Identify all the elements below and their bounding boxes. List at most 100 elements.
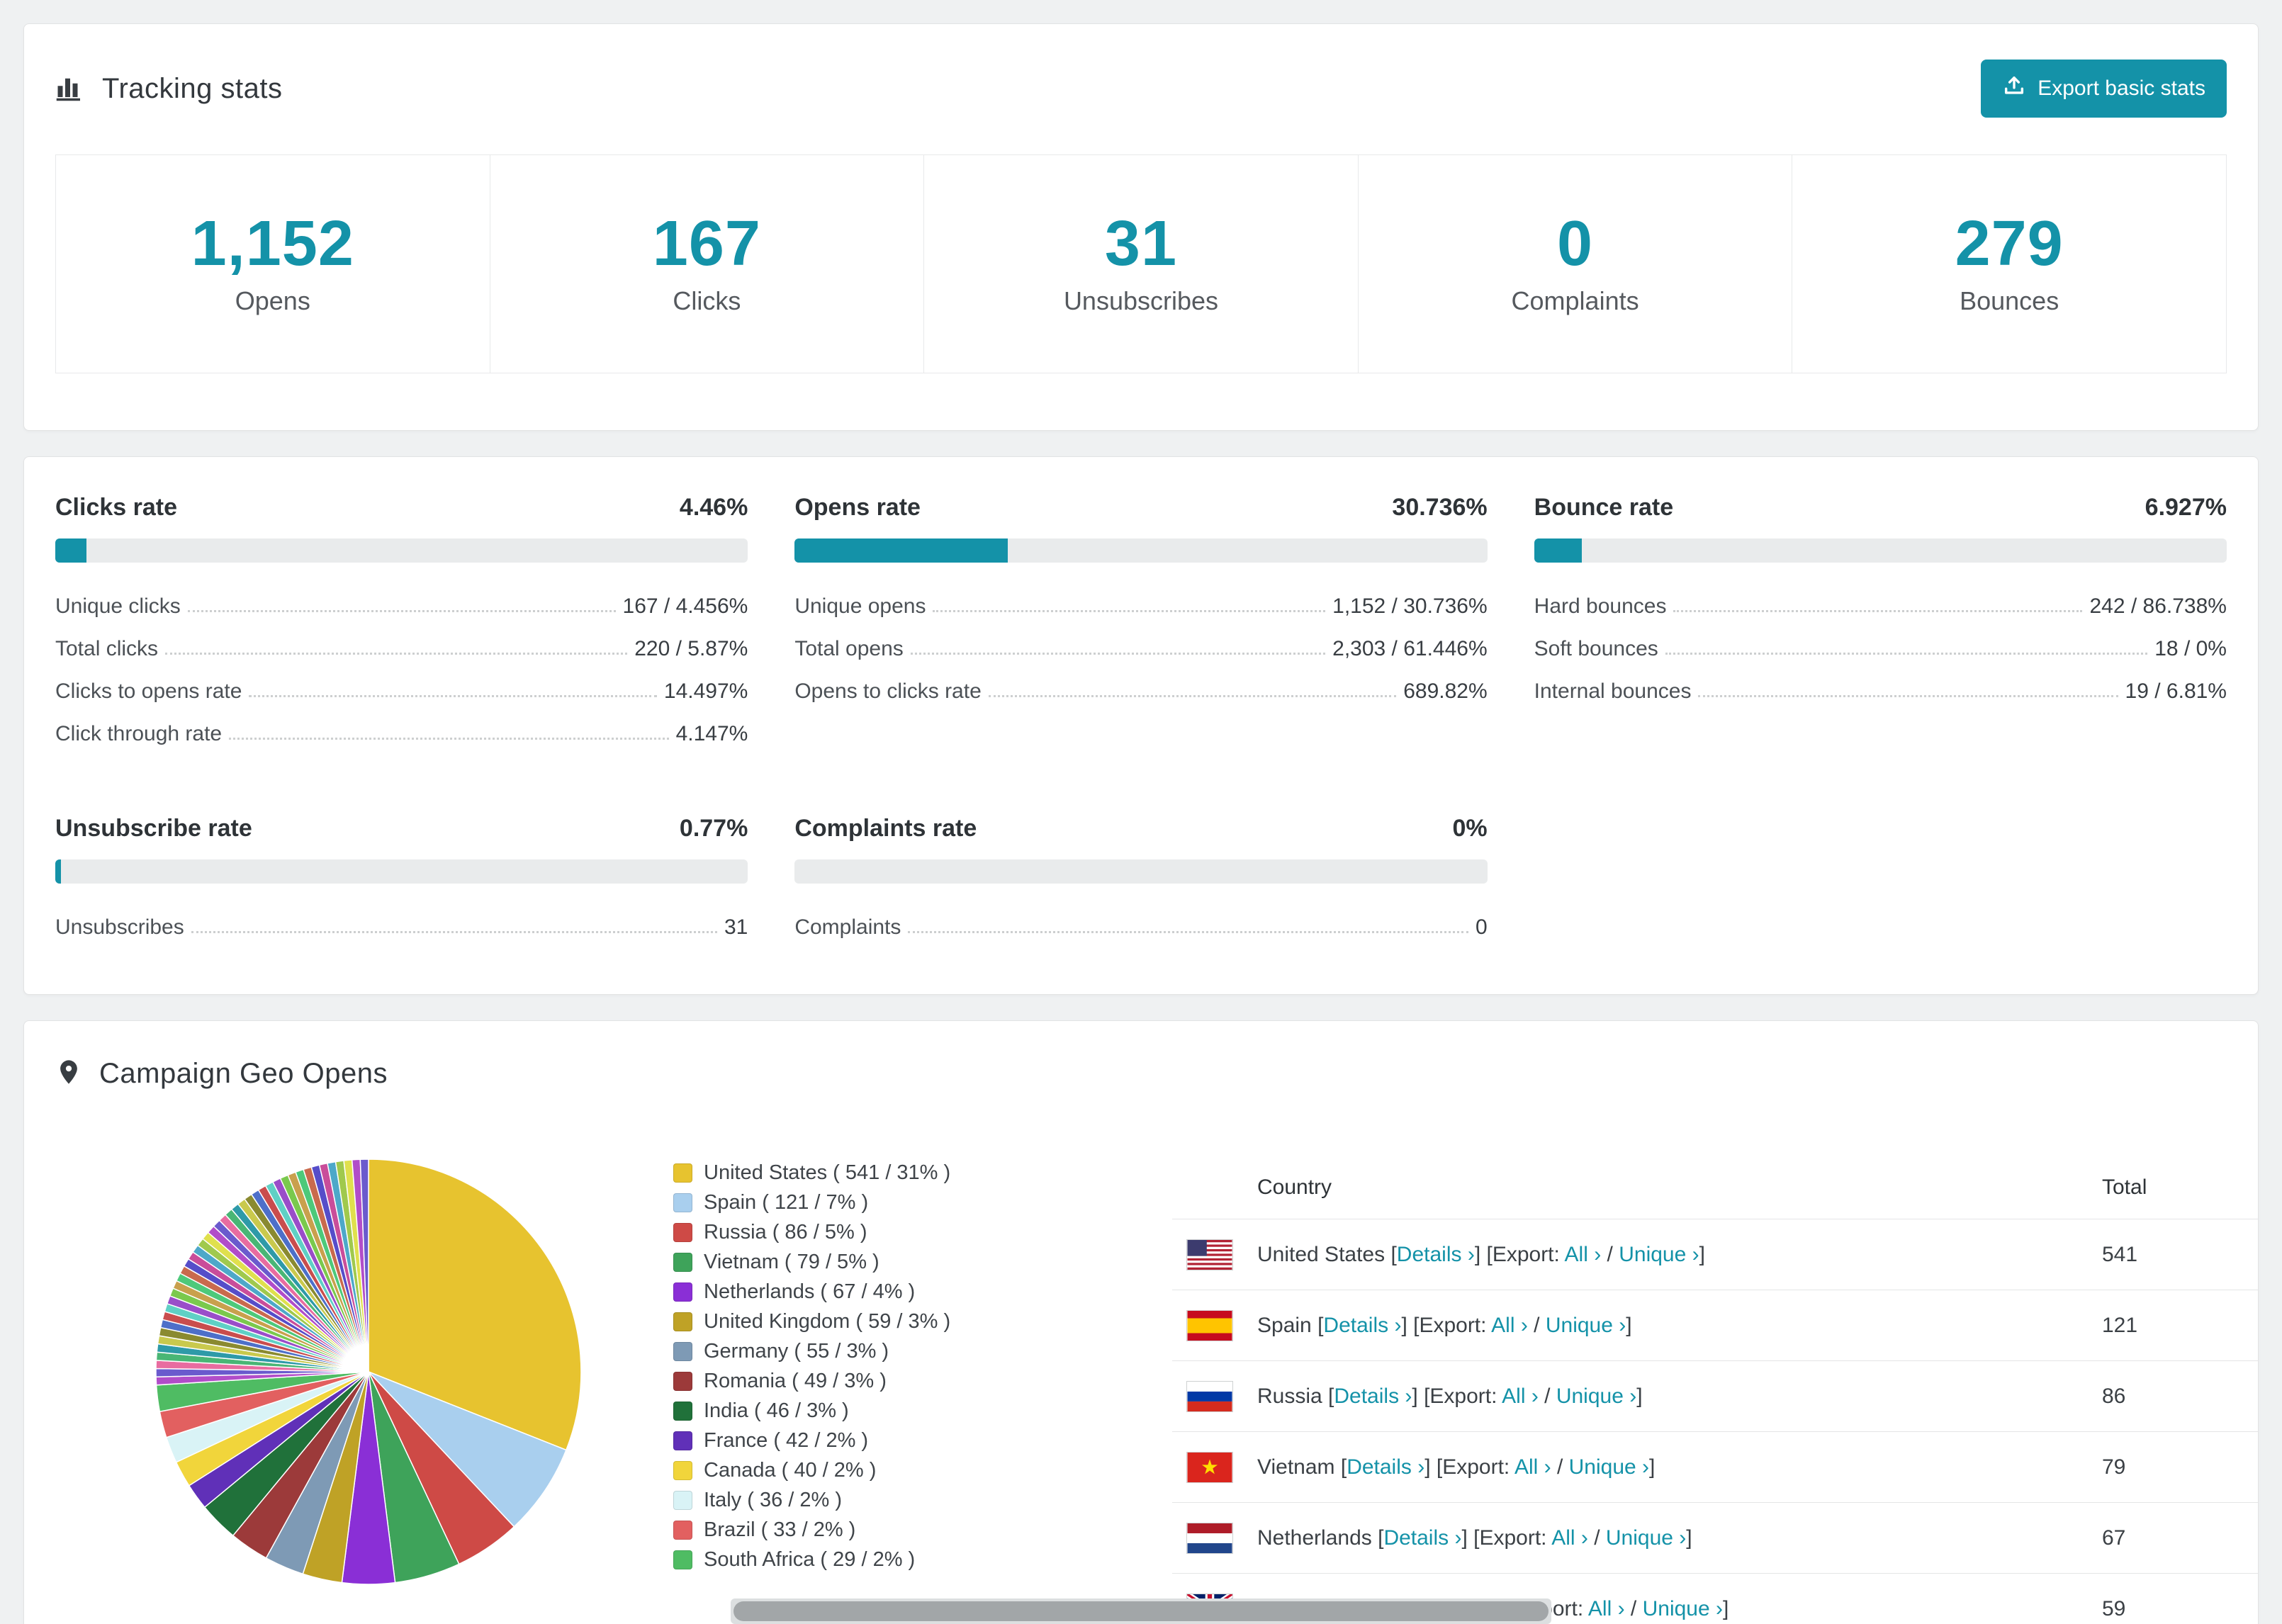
legend-label: Canada ( 40 / 2% ) [704, 1458, 877, 1482]
country-cell: Spain [Details ›] [Export: All › / Uniqu… [1257, 1313, 1632, 1337]
rate-row: Click through rate 4.147% [55, 713, 748, 755]
export-all-link[interactable]: All › [1491, 1314, 1528, 1337]
unsubscribe-rate-panel: Unsubscribe rate 0.77% Unsubscribes 31 [55, 815, 748, 949]
legend-label: South Africa ( 29 / 2% ) [704, 1547, 916, 1571]
rate-row: Total clicks 220 / 5.87% [55, 628, 748, 670]
rate-value: 6.927% [2145, 494, 2227, 521]
rate-row-value: 689.82% [1403, 680, 1488, 703]
legend-item: Brazil ( 33 / 2% ) [673, 1515, 950, 1545]
rate-row-label: Hard bounces [1534, 594, 1667, 618]
details-link[interactable]: Details › [1323, 1314, 1401, 1337]
export-unique-link[interactable]: Unique › [1606, 1526, 1686, 1550]
rate-row-label: Total opens [794, 637, 904, 660]
map-pin-icon [55, 1056, 82, 1091]
legend-swatch [673, 1222, 692, 1242]
rate-row: Opens to clicks rate 689.82% [794, 670, 1487, 713]
clicks-rate-panel: Clicks rate 4.46% Unique clicks 167 / 4.4… [55, 494, 748, 755]
details-link[interactable]: Details › [1347, 1455, 1424, 1479]
export-all-link[interactable]: All › [1565, 1243, 1602, 1266]
legend-label: Vietnam ( 79 / 5% ) [704, 1250, 879, 1273]
export-all-link[interactable]: All › [1514, 1455, 1551, 1479]
export-unique-link[interactable]: Unique › [1619, 1243, 1699, 1266]
country-total: 541 [2102, 1242, 2138, 1266]
export-all-link[interactable]: All › [1551, 1526, 1588, 1550]
country-flag-icon [1186, 1239, 1233, 1270]
rate-row-value: 2,303 / 61.446% [1332, 637, 1488, 660]
rate-row: Unsubscribes 31 [55, 906, 748, 949]
export-unique-link[interactable]: Unique › [1546, 1314, 1626, 1337]
details-link[interactable]: Details › [1383, 1526, 1461, 1550]
rates-card: Clicks rate 4.46% Unique clicks 167 / 4.4… [23, 456, 2259, 995]
rate-row-value: 0 [1475, 915, 1488, 939]
export-basic-stats-button[interactable]: Export basic stats [1981, 60, 2227, 118]
rate-row-label: Unsubscribes [55, 915, 184, 939]
geo-table-row: Russia [Details ›] [Export: All › / Uniq… [1172, 1360, 2258, 1431]
horizontal-scrollbar-track[interactable] [731, 1598, 1551, 1624]
horizontal-scrollbar-thumb[interactable] [734, 1601, 1548, 1621]
stat-label: Clicks [673, 286, 741, 315]
geo-opens-title: Campaign Geo Opens [99, 1058, 388, 1089]
country-name: Vietnam [1257, 1455, 1335, 1479]
dotted-leader [249, 695, 657, 697]
legend-item: United States ( 541 / 31% ) [673, 1158, 950, 1188]
rate-row-value: 18 / 0% [2154, 637, 2227, 660]
rate-value: 0% [1452, 815, 1488, 842]
legend-label: Brazil ( 33 / 2% ) [704, 1518, 856, 1541]
rate-row-label: Unique clicks [55, 594, 181, 618]
rate-title: Unsubscribe rate [55, 815, 252, 842]
stat-value: 0 [1557, 208, 1594, 279]
rate-row-value: 14.497% [663, 680, 748, 703]
details-link[interactable]: Details › [1334, 1385, 1412, 1408]
rate-row-label: Total clicks [55, 637, 159, 660]
country-flag-icon [1186, 1522, 1233, 1554]
rate-row: Internal bounces 19 / 6.81% [1534, 670, 2227, 713]
export-all-link[interactable]: All › [1588, 1597, 1625, 1620]
tracking-stats-card: Tracking stats Export basic stats 1,152 … [23, 23, 2259, 431]
rate-row-value: 1,152 / 30.736% [1332, 594, 1488, 618]
legend-swatch [673, 1401, 692, 1421]
legend-item: Russia ( 86 / 5% ) [673, 1217, 950, 1247]
legend-label: Russia ( 86 / 5% ) [704, 1220, 867, 1244]
export-unique-link[interactable]: Unique › [1643, 1597, 1723, 1620]
dotted-leader [1673, 610, 2083, 612]
rate-row: Total opens 2,303 / 61.446% [794, 628, 1487, 670]
legend-item: Vietnam ( 79 / 5% ) [673, 1247, 950, 1277]
rate-title: Bounce rate [1534, 494, 1674, 521]
legend-item: South Africa ( 29 / 2% ) [673, 1545, 950, 1574]
rate-value: 0.77% [679, 815, 748, 842]
country-column-header: Country [1257, 1175, 1332, 1199]
export-unique-link[interactable]: Unique › [1556, 1385, 1636, 1408]
rate-row-value: 31 [724, 915, 748, 939]
export-button-label: Export basic stats [2038, 77, 2205, 100]
opens-rate-progress [794, 538, 1488, 563]
rate-row: Hard bounces 242 / 86.738% [1534, 585, 2227, 628]
country-flag-icon [1186, 1380, 1233, 1412]
legend-label: United States ( 541 / 31% ) [704, 1161, 951, 1184]
details-link[interactable]: Details › [1397, 1243, 1475, 1266]
export-unique-link[interactable]: Unique › [1569, 1455, 1649, 1479]
export-all-link[interactable]: All › [1502, 1385, 1539, 1408]
rate-row-value: 242 / 86.738% [2089, 594, 2227, 618]
export-icon [2002, 74, 2026, 103]
stat-bounces: 279 Bounces [1792, 155, 2226, 373]
legend-label: Italy ( 36 / 2% ) [704, 1488, 843, 1511]
legend-label: Spain ( 121 / 7% ) [704, 1190, 869, 1214]
unsubscribe-rate-progress [55, 859, 748, 884]
stat-label: Complaints [1511, 286, 1639, 315]
opens-rate-panel: Opens rate 30.736% Unique opens 1,152 / 3… [794, 494, 1488, 755]
legend-label: United Kingdom ( 59 / 3% ) [704, 1309, 951, 1333]
rate-row: Complaints 0 [794, 906, 1487, 949]
rate-row-label: Clicks to opens rate [55, 680, 242, 703]
country-cell: Netherlands [Details ›] [Export: All › /… [1257, 1526, 1692, 1550]
stat-value: 1,152 [191, 208, 354, 279]
rate-row-label: Unique opens [794, 594, 926, 618]
legend-swatch [673, 1520, 692, 1540]
legend-item: France ( 42 / 2% ) [673, 1426, 950, 1455]
rate-value: 30.736% [1392, 494, 1488, 521]
stat-value: 279 [1955, 208, 2064, 279]
stat-value: 31 [1104, 208, 1178, 279]
rate-row-value: 19 / 6.81% [2125, 680, 2227, 703]
rates-grid: Clicks rate 4.46% Unique clicks 167 / 4.4… [55, 494, 2227, 949]
stat-value: 167 [652, 208, 761, 279]
geo-body: United States ( 541 / 31% ) Spain ( 121 /… [24, 1124, 2258, 1624]
